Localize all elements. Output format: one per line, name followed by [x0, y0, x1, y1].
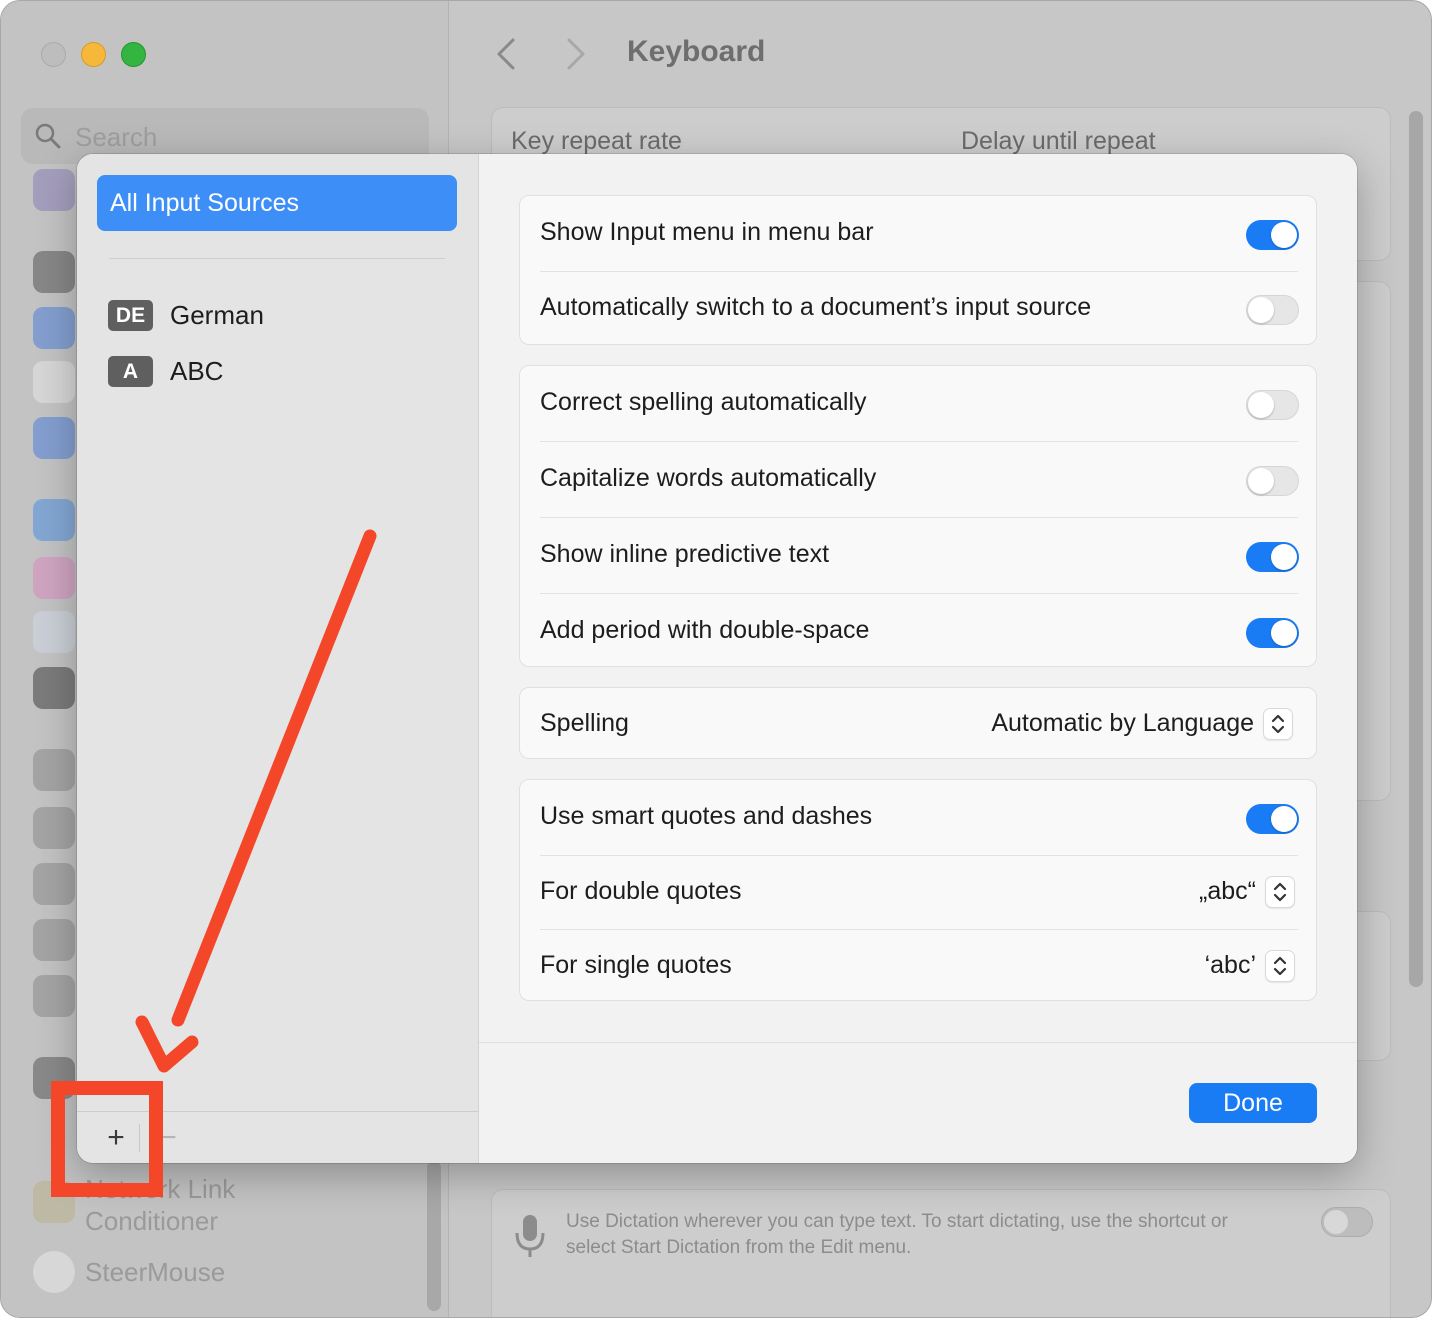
capitalize-words-toggle[interactable] [1246, 466, 1299, 496]
delay-until-repeat-label: Delay until repeat [961, 127, 1156, 155]
dictation-toggle[interactable] [1321, 1207, 1373, 1237]
wallet-icon[interactable] [33, 667, 75, 709]
users-icon[interactable] [33, 417, 75, 459]
trackpad-icon[interactable] [33, 863, 75, 905]
setting-row: Automatically switch to a document’s inp… [520, 271, 1318, 346]
single-quotes-value[interactable]: ‘abc’ [1205, 951, 1256, 980]
double-quotes-value[interactable]: „abc“ [1199, 877, 1256, 906]
sidebar-item-steermouse[interactable]: SteerMouse [85, 1257, 225, 1288]
remove-input-source-button[interactable]: − [145, 1120, 191, 1156]
screen-time-icon[interactable] [33, 169, 75, 211]
setting-row: Use smart quotes and dashes [520, 780, 1318, 855]
steermouse-icon[interactable] [33, 1251, 75, 1293]
input-source-label: ABC [170, 356, 224, 386]
button-separator [139, 1124, 140, 1152]
input-source-label: German [170, 300, 264, 330]
setting-row: Show inline predictive text [520, 517, 1318, 593]
sidebar-item-network-link-conditioner[interactable]: Network Link Conditioner [85, 1173, 285, 1237]
icloud-icon[interactable] [33, 611, 75, 653]
toggle-knob [1271, 620, 1297, 646]
correct-spelling-toggle[interactable] [1246, 390, 1299, 420]
mouse-icon[interactable] [33, 807, 75, 849]
minimize-window-button[interactable] [81, 42, 106, 67]
single-quotes-label: For single quotes [540, 951, 732, 979]
sidebar-scrollbar[interactable] [427, 1161, 441, 1311]
search-icon [35, 123, 61, 149]
auto-switch-toggle[interactable] [1246, 295, 1299, 325]
done-button[interactable]: Done [1189, 1083, 1317, 1123]
back-chevron-icon[interactable] [493, 37, 519, 71]
up-down-chevron-icon [1271, 714, 1285, 734]
footer-divider [479, 1042, 1357, 1043]
double-space-period-toggle[interactable] [1246, 618, 1299, 648]
spelling-popup-button[interactable] [1263, 708, 1293, 740]
input-sources-settings: Show Input menu in menu bar Automaticall… [479, 154, 1357, 1163]
toggle-knob [1271, 544, 1297, 570]
smart-quotes-toggle[interactable] [1246, 804, 1299, 834]
setting-row: Capitalize words automatically [520, 441, 1318, 517]
sidebar-bottom-divider [77, 1111, 479, 1112]
close-window-button[interactable] [41, 42, 66, 67]
up-down-chevron-icon [1273, 882, 1287, 902]
add-input-source-button[interactable]: + [93, 1120, 139, 1156]
input-source-abc[interactable]: A ABC [108, 356, 408, 396]
xcode-icon[interactable] [33, 1057, 75, 1099]
dictation-description: Use Dictation wherever you can type text… [566, 1211, 1228, 1258]
spelling-label: Spelling [540, 709, 629, 737]
abc-badge-icon: A [108, 356, 153, 387]
lock-screen-icon[interactable] [33, 251, 75, 293]
game-center-icon[interactable] [33, 557, 75, 599]
show-input-menu-toggle[interactable] [1246, 220, 1299, 250]
input-sources-sidebar: All Input Sources DE German A ABC + − [77, 154, 479, 1163]
double-quotes-popup-button[interactable] [1265, 876, 1295, 908]
zoom-window-button[interactable] [121, 42, 146, 67]
network-link-conditioner-icon[interactable] [33, 1181, 75, 1223]
page-title: Keyboard [627, 35, 766, 68]
privacy-hand-icon[interactable] [33, 307, 75, 349]
predictive-text-label: Show inline predictive text [540, 540, 830, 568]
double-quotes-label: For double quotes [540, 877, 742, 905]
forward-chevron-icon[interactable] [563, 37, 589, 71]
game-controller-icon[interactable] [33, 919, 75, 961]
german-badge-icon: DE [108, 300, 153, 331]
spelling-group: Spelling Automatic by Language [519, 687, 1317, 759]
predictive-text-toggle[interactable] [1246, 542, 1299, 572]
setting-row: Show Input menu in menu bar [520, 196, 1318, 271]
key-repeat-rate-label: Key repeat rate [511, 127, 682, 155]
text-correction-group: Correct spelling automatically Capitaliz… [519, 365, 1317, 667]
toggle-knob [1248, 297, 1274, 323]
setting-row: Correct spelling automatically [520, 366, 1318, 441]
internet-accounts-icon[interactable] [33, 499, 75, 541]
input-sources-sheet: All Input Sources DE German A ABC + − Sh… [77, 154, 1357, 1163]
keyboard-icon[interactable] [33, 749, 75, 791]
toggle-knob [1271, 806, 1297, 832]
toggle-knob [1248, 392, 1274, 418]
correct-spelling-label: Correct spelling automatically [540, 388, 867, 416]
up-down-chevron-icon [1273, 956, 1287, 976]
microphone-icon [515, 1215, 545, 1257]
all-input-sources-item[interactable]: All Input Sources [97, 175, 457, 231]
toggle-knob [1271, 222, 1297, 248]
sidebar-divider [109, 258, 445, 259]
show-input-menu-label: Show Input menu in menu bar [540, 218, 874, 246]
input-menu-group: Show Input menu in menu bar Automaticall… [519, 195, 1317, 345]
spelling-value[interactable]: Automatic by Language [991, 709, 1254, 738]
single-quotes-popup-button[interactable] [1265, 950, 1295, 982]
smart-quotes-group: Use smart quotes and dashes For double q… [519, 779, 1317, 1001]
input-source-german[interactable]: DE German [108, 300, 408, 340]
main-scrollbar[interactable] [1409, 111, 1423, 987]
search-placeholder: Search [75, 122, 158, 152]
setting-row: Add period with double-space [520, 593, 1318, 668]
double-space-period-label: Add period with double-space [540, 616, 870, 644]
toggle-knob [1248, 468, 1274, 494]
touch-id-icon[interactable] [33, 361, 75, 403]
capitalize-words-label: Capitalize words automatically [540, 464, 877, 492]
printers-icon[interactable] [33, 975, 75, 1017]
smart-quotes-label: Use smart quotes and dashes [540, 802, 873, 830]
auto-switch-label: Automatically switch to a document’s inp… [540, 293, 1092, 321]
setting-row: For double quotes „abc“ [520, 855, 1318, 929]
setting-row: For single quotes ‘abc’ [520, 929, 1318, 1002]
